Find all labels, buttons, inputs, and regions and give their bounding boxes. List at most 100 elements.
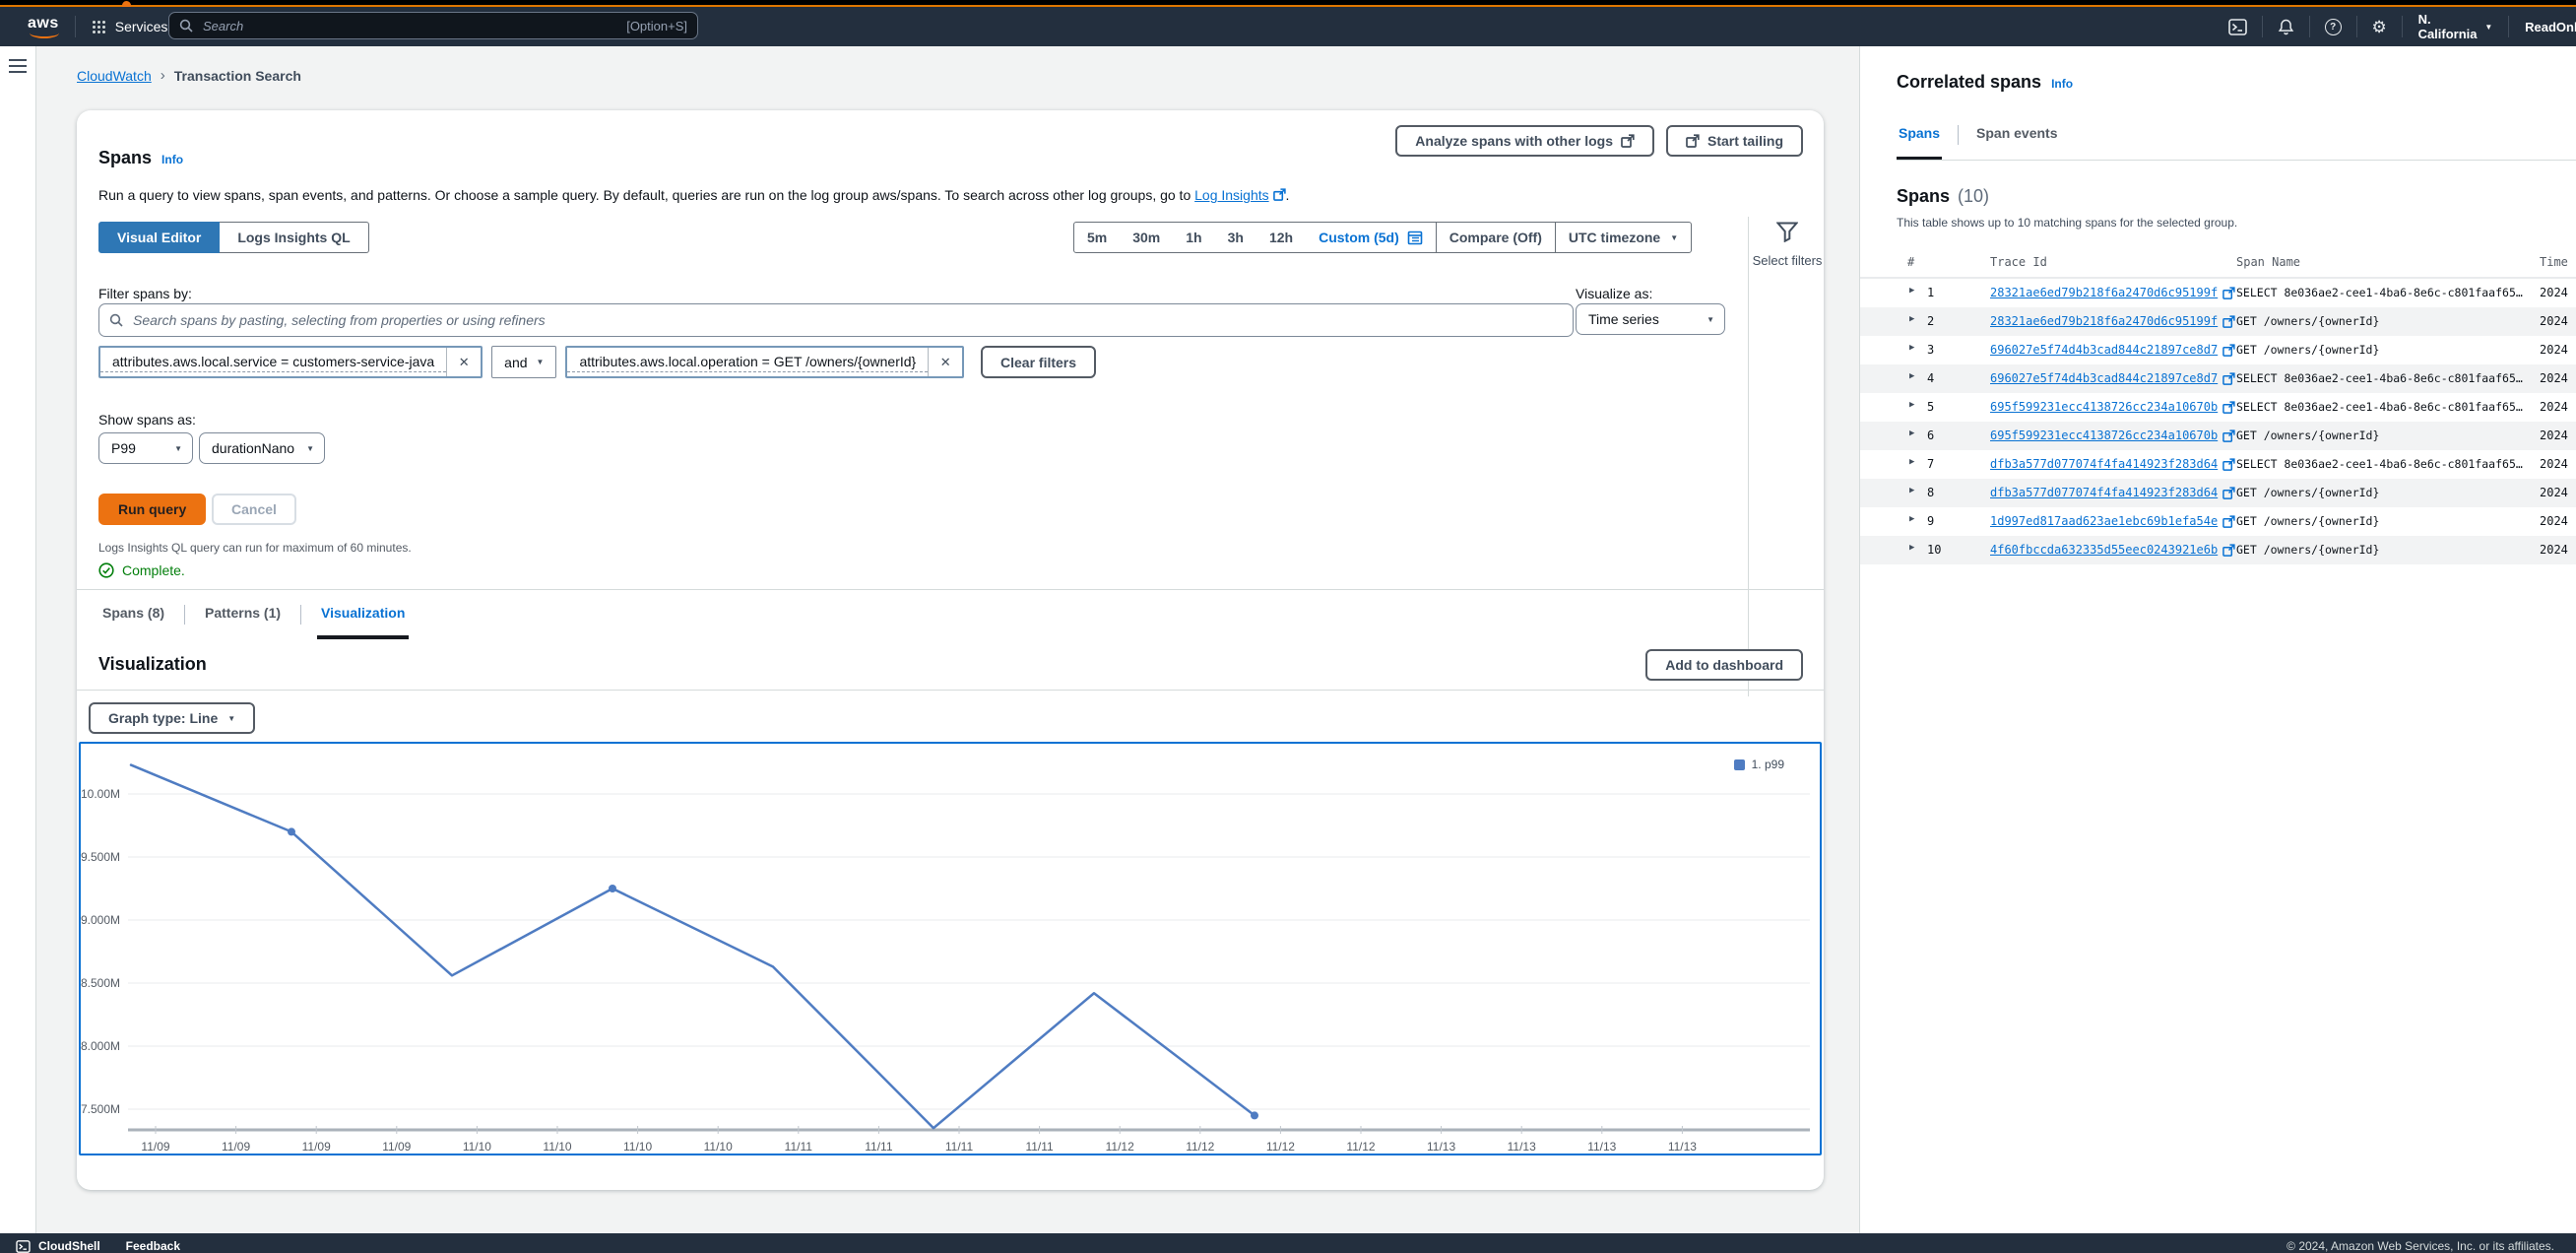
tab-patterns[interactable]: Patterns (1) <box>201 590 285 639</box>
remove-chip-icon[interactable]: ✕ <box>928 348 962 376</box>
help-button[interactable]: ? <box>2310 19 2356 35</box>
table-row[interactable]: ▶ 10 4f60fbccda632335d55eec0243921e6b GE… <box>1860 536 2576 564</box>
table-row[interactable]: ▶ 1 28321ae6ed79b218f6a2470d6c95199f SEL… <box>1860 279 2576 307</box>
table-row[interactable]: ▶ 8 dfb3a577d077074f4fa414923f283d64 GET… <box>1860 479 2576 507</box>
filter-funnel-icon[interactable] <box>1776 222 1798 242</box>
tab-spans[interactable]: Spans (8) <box>98 590 168 639</box>
feedback-button[interactable]: Feedback <box>126 1239 180 1253</box>
range-30m[interactable]: 30m <box>1120 223 1173 252</box>
analyze-spans-button[interactable]: Analyze spans with other logs <box>1395 125 1654 157</box>
visualize-as-select[interactable]: Time series ▼ <box>1576 303 1725 335</box>
trace-id-link[interactable]: 695f599231ecc4138726cc234a10670b <box>1990 400 2235 414</box>
region-selector[interactable]: N. California ▼ <box>2403 12 2509 41</box>
settings-button[interactable]: ⚙ <box>2356 19 2401 35</box>
chart-legend[interactable]: 1. p99 <box>1734 758 1784 771</box>
cancel-label: Cancel <box>231 501 277 517</box>
trace-id-link[interactable]: 695f599231ecc4138726cc234a10670b <box>1990 429 2235 442</box>
external-link-icon <box>2222 515 2235 528</box>
cloudshell-footer-button[interactable]: CloudShell <box>16 1239 100 1253</box>
chip-joiner-select[interactable]: and ▼ <box>491 346 556 378</box>
table-row[interactable]: ▶ 5 695f599231ecc4138726cc234a10670b SEL… <box>1860 393 2576 422</box>
filter-search-box[interactable] <box>98 303 1574 337</box>
range-12h[interactable]: 12h <box>1256 223 1306 252</box>
table-row[interactable]: ▶ 3 696027e5f74d4b3cad844c21897ce8d7 GET… <box>1860 336 2576 364</box>
expand-row-icon[interactable]: ▶ <box>1909 343 1914 353</box>
cancel-button[interactable]: Cancel <box>212 494 296 525</box>
expand-row-icon[interactable]: ▶ <box>1909 371 1914 381</box>
remove-chip-icon[interactable]: ✕ <box>446 348 481 376</box>
col-trace-id: Trace Id <box>1990 255 2047 269</box>
table-row[interactable]: ▶ 4 696027e5f74d4b3cad844c21897ce8d7 SEL… <box>1860 364 2576 393</box>
svg-text:11/12: 11/12 <box>1266 1140 1295 1152</box>
breadcrumb-separator-icon: › <box>161 67 165 84</box>
breadcrumb-cloudwatch-link[interactable]: CloudWatch <box>77 68 152 84</box>
notifications-button[interactable] <box>2263 19 2309 35</box>
expand-row-icon[interactable]: ▶ <box>1909 543 1914 553</box>
expand-row-icon[interactable]: ▶ <box>1909 286 1914 296</box>
tab-correlated-spans[interactable]: Spans <box>1897 109 1942 160</box>
filter-search-input[interactable] <box>131 311 1563 329</box>
trace-id-link[interactable]: 1d997ed817aad623ae1ebc69b1efa54e <box>1990 514 2235 528</box>
custom-range-button[interactable]: Custom (5d) <box>1306 223 1436 252</box>
graph-type-button[interactable]: Graph type: Line ▼ <box>89 702 255 734</box>
trace-id-link[interactable]: 696027e5f74d4b3cad844c21897ce8d7 <box>1990 343 2235 357</box>
expand-row-icon[interactable]: ▶ <box>1909 486 1914 495</box>
timeseries-chart-container[interactable]: 10.00M9.500M9.000M8.500M8.000M7.500M11/0… <box>79 742 1822 1155</box>
range-1h[interactable]: 1h <box>1173 223 1214 252</box>
expand-row-icon[interactable]: ▶ <box>1909 429 1914 438</box>
table-row[interactable]: ▶ 7 dfb3a577d077074f4fa414923f283d64 SEL… <box>1860 450 2576 479</box>
compare-button[interactable]: Compare (Off) <box>1436 223 1555 252</box>
expand-row-icon[interactable]: ▶ <box>1909 457 1914 467</box>
tab-visualization[interactable]: Visualization <box>317 590 409 639</box>
table-row[interactable]: ▶ 2 28321ae6ed79b218f6a2470d6c95199f GET… <box>1860 307 2576 336</box>
expand-row-icon[interactable]: ▶ <box>1909 514 1914 524</box>
cloudshell-terminal-icon <box>2228 19 2247 35</box>
role-menu[interactable]: ReadOnly <box>2509 20 2576 34</box>
console-search-box[interactable]: [Option+S] <box>168 12 698 39</box>
table-row[interactable]: ▶ 9 1d997ed817aad623ae1ebc69b1efa54e GET… <box>1860 507 2576 536</box>
tab-span-events[interactable]: Span events <box>1974 109 2059 160</box>
table-row[interactable]: ▶ 6 695f599231ecc4138726cc234a10670b GET… <box>1860 422 2576 450</box>
cloudshell-button[interactable] <box>2214 19 2262 35</box>
services-menu[interactable]: Services <box>92 19 168 34</box>
visual-editor-toggle[interactable]: Visual Editor <box>98 222 220 253</box>
trace-id-link[interactable]: 696027e5f74d4b3cad844c21897ce8d7 <box>1990 371 2235 385</box>
cloudshell-terminal-icon <box>16 1240 31 1253</box>
span-name-cell: GET /owners/{ownerId} <box>2236 429 2534 442</box>
range-3h[interactable]: 3h <box>1215 223 1256 252</box>
time-cell: 2024 <box>2540 514 2568 528</box>
percentile-select[interactable]: P99 ▼ <box>98 432 193 464</box>
graph-type-label: Graph type: Line <box>108 710 218 726</box>
trace-id-link[interactable]: dfb3a577d077074f4fa414923f283d64 <box>1990 457 2235 471</box>
timezone-selector[interactable]: UTC timezone ▼ <box>1555 223 1691 252</box>
trace-id-link[interactable]: 28321ae6ed79b218f6a2470d6c95199f <box>1990 286 2235 299</box>
add-to-dashboard-button[interactable]: Add to dashboard <box>1645 649 1803 681</box>
browser-top-strip <box>0 0 2576 7</box>
services-label: Services <box>115 19 168 34</box>
filter-chip-operation-text[interactable]: attributes.aws.local.operation = GET /ow… <box>567 352 928 372</box>
start-tailing-button[interactable]: Start tailing <box>1666 125 1803 157</box>
aws-logo[interactable]: aws <box>28 15 59 38</box>
trace-id-link[interactable]: 28321ae6ed79b218f6a2470d6c95199f <box>1990 314 2235 328</box>
svg-text:7.500M: 7.500M <box>81 1102 120 1116</box>
run-query-button[interactable]: Run query <box>98 494 206 525</box>
clear-filters-button[interactable]: Clear filters <box>981 346 1096 378</box>
filter-chip-service-text[interactable]: attributes.aws.local.service = customers… <box>100 352 446 372</box>
cloudshell-label: CloudShell <box>38 1239 100 1253</box>
trace-id-link[interactable]: dfb3a577d077074f4fa414923f283d64 <box>1990 486 2235 499</box>
log-insights-link[interactable]: Log Insights <box>1194 187 1269 203</box>
select-filters-label[interactable]: Select filters <box>1753 252 1823 269</box>
logs-insights-ql-toggle[interactable]: Logs Insights QL <box>220 222 368 253</box>
query-status: Complete. <box>98 562 185 578</box>
console-search-input[interactable] <box>201 18 618 34</box>
span-name-cell: SELECT 8e036ae2-cee1-4ba6-8e6c-c801faaf6… <box>2236 457 2534 471</box>
span-name-cell: SELECT 8e036ae2-cee1-4ba6-8e6c-c801faaf6… <box>2236 286 2534 299</box>
expand-row-icon[interactable]: ▶ <box>1909 400 1914 410</box>
expand-row-icon[interactable]: ▶ <box>1909 314 1914 324</box>
hamburger-menu-icon[interactable] <box>9 59 27 61</box>
metric-select[interactable]: durationNano ▼ <box>199 432 325 464</box>
correlated-info-link[interactable]: Info <box>2051 77 2073 91</box>
trace-id-link[interactable]: 4f60fbccda632335d55eec0243921e6b <box>1990 543 2235 557</box>
spans-info-link[interactable]: Info <box>161 153 183 166</box>
range-5m[interactable]: 5m <box>1074 223 1120 252</box>
